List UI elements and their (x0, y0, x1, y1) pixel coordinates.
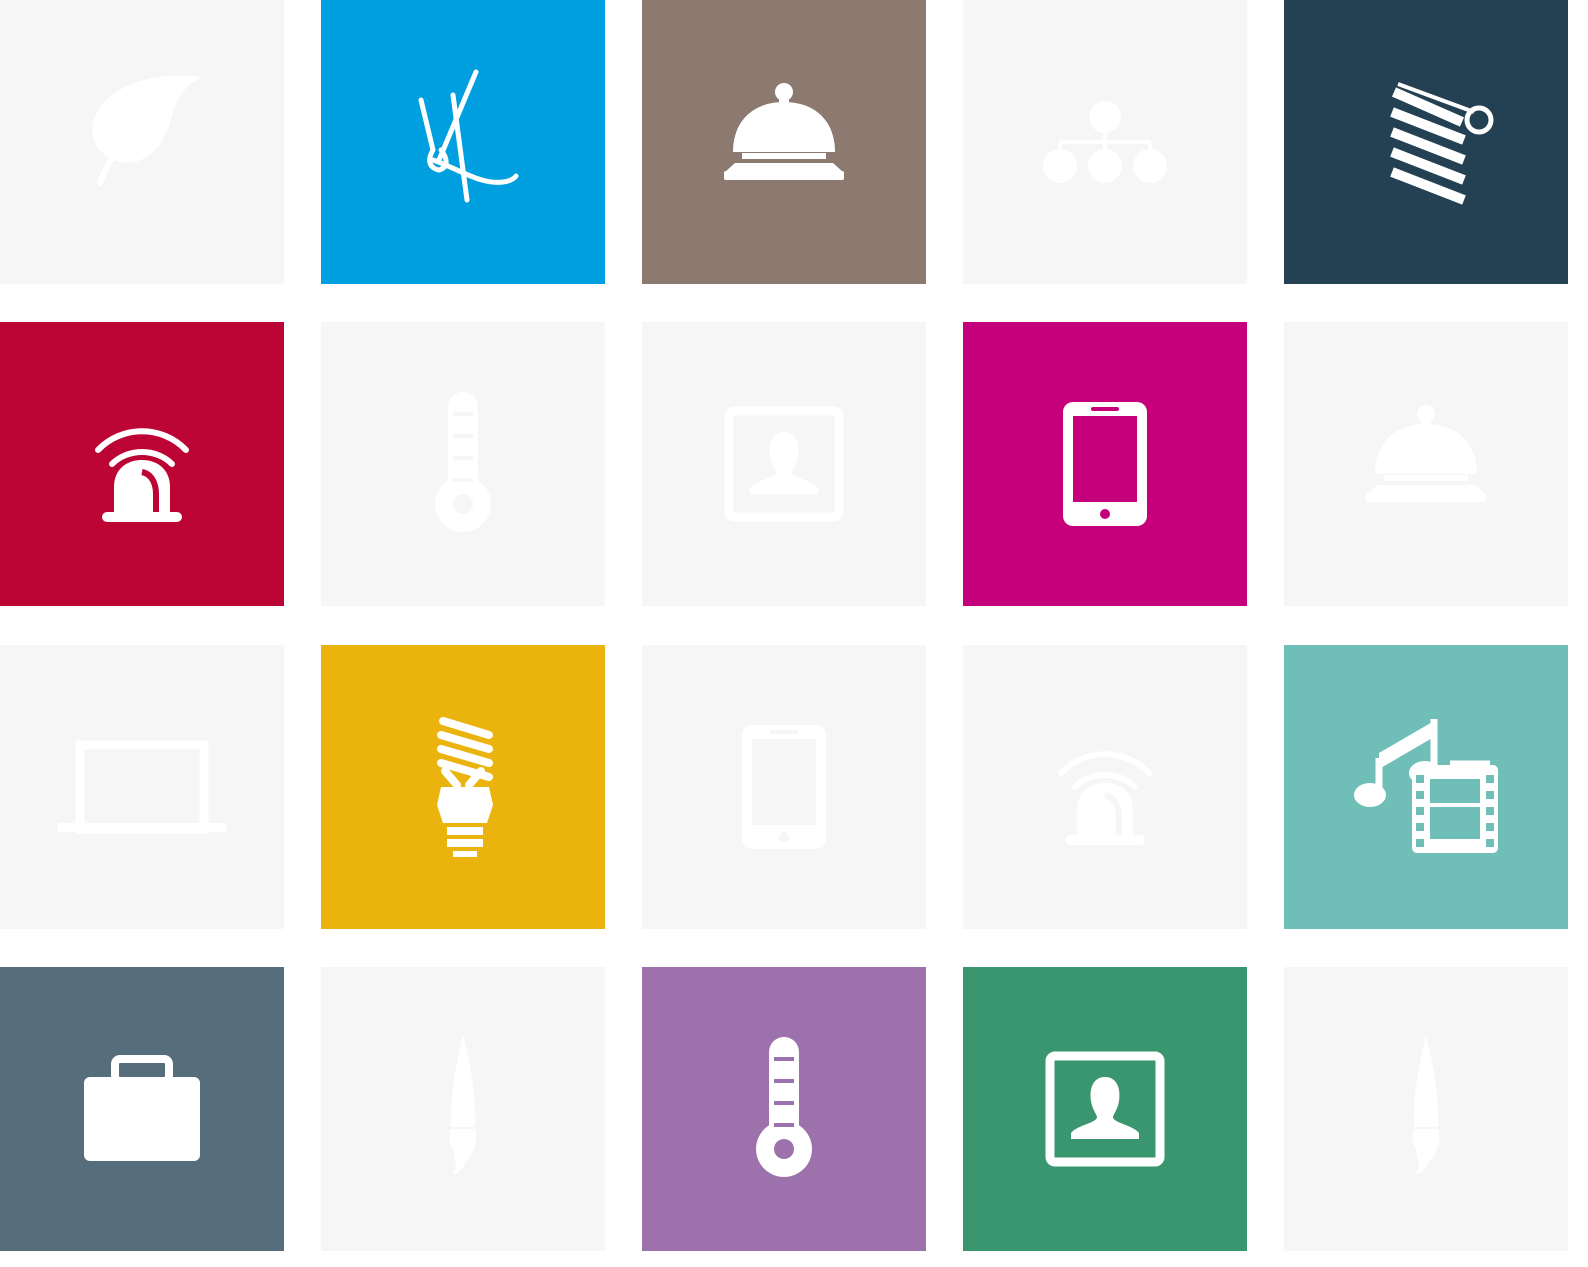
thermometer-icon (642, 967, 926, 1251)
icon-tile-laptop[interactable] (0, 645, 284, 929)
paintbrush-icon (321, 967, 605, 1251)
siren-alarm-icon (0, 322, 284, 606)
icon-tile-paintbrush[interactable] (321, 967, 605, 1251)
icon-tile-siren-alarm[interactable] (963, 645, 1247, 929)
icon-tile-thermometer[interactable] (642, 967, 926, 1251)
icon-tile-media-music-film[interactable] (1284, 645, 1568, 929)
icon-tile-siren-alarm[interactable] (0, 322, 284, 606)
icon-tile-org-chart[interactable] (963, 0, 1247, 284)
icon-tile-contact-photo[interactable] (642, 322, 926, 606)
icon-tile-thermometer[interactable] (321, 322, 605, 606)
laptop-icon (0, 645, 284, 929)
siren-alarm-icon (963, 645, 1247, 929)
icon-tile-service-bell[interactable] (642, 0, 926, 284)
kite-icon (321, 0, 605, 284)
icon-tile-energy-bulb[interactable] (321, 645, 605, 929)
paintbrush-icon (1284, 967, 1568, 1251)
icon-tile-paintbrush[interactable] (1284, 967, 1568, 1251)
icon-tile-window-blind[interactable] (1284, 0, 1568, 284)
thermometer-icon (321, 322, 605, 606)
org-chart-icon (963, 0, 1247, 284)
service-bell-icon (1284, 322, 1568, 606)
contact-photo-icon (963, 967, 1247, 1251)
media-music-film-icon (1284, 645, 1568, 929)
tablet-icon (642, 645, 926, 929)
icon-tile-contact-photo[interactable] (963, 967, 1247, 1251)
leaf-icon (0, 0, 284, 284)
icon-tile-service-bell[interactable] (1284, 322, 1568, 606)
energy-bulb-icon (321, 645, 605, 929)
briefcase-icon (0, 967, 284, 1251)
icon-tile-tablet[interactable] (963, 322, 1247, 606)
icon-tile-tablet[interactable] (642, 645, 926, 929)
service-bell-icon (642, 0, 926, 284)
window-blind-icon (1284, 0, 1568, 284)
contact-photo-icon (642, 322, 926, 606)
icon-tile-leaf[interactable] (0, 0, 284, 284)
tablet-icon (963, 322, 1247, 606)
icon-tile-kite[interactable] (321, 0, 605, 284)
icon-tile-briefcase[interactable] (0, 967, 284, 1251)
